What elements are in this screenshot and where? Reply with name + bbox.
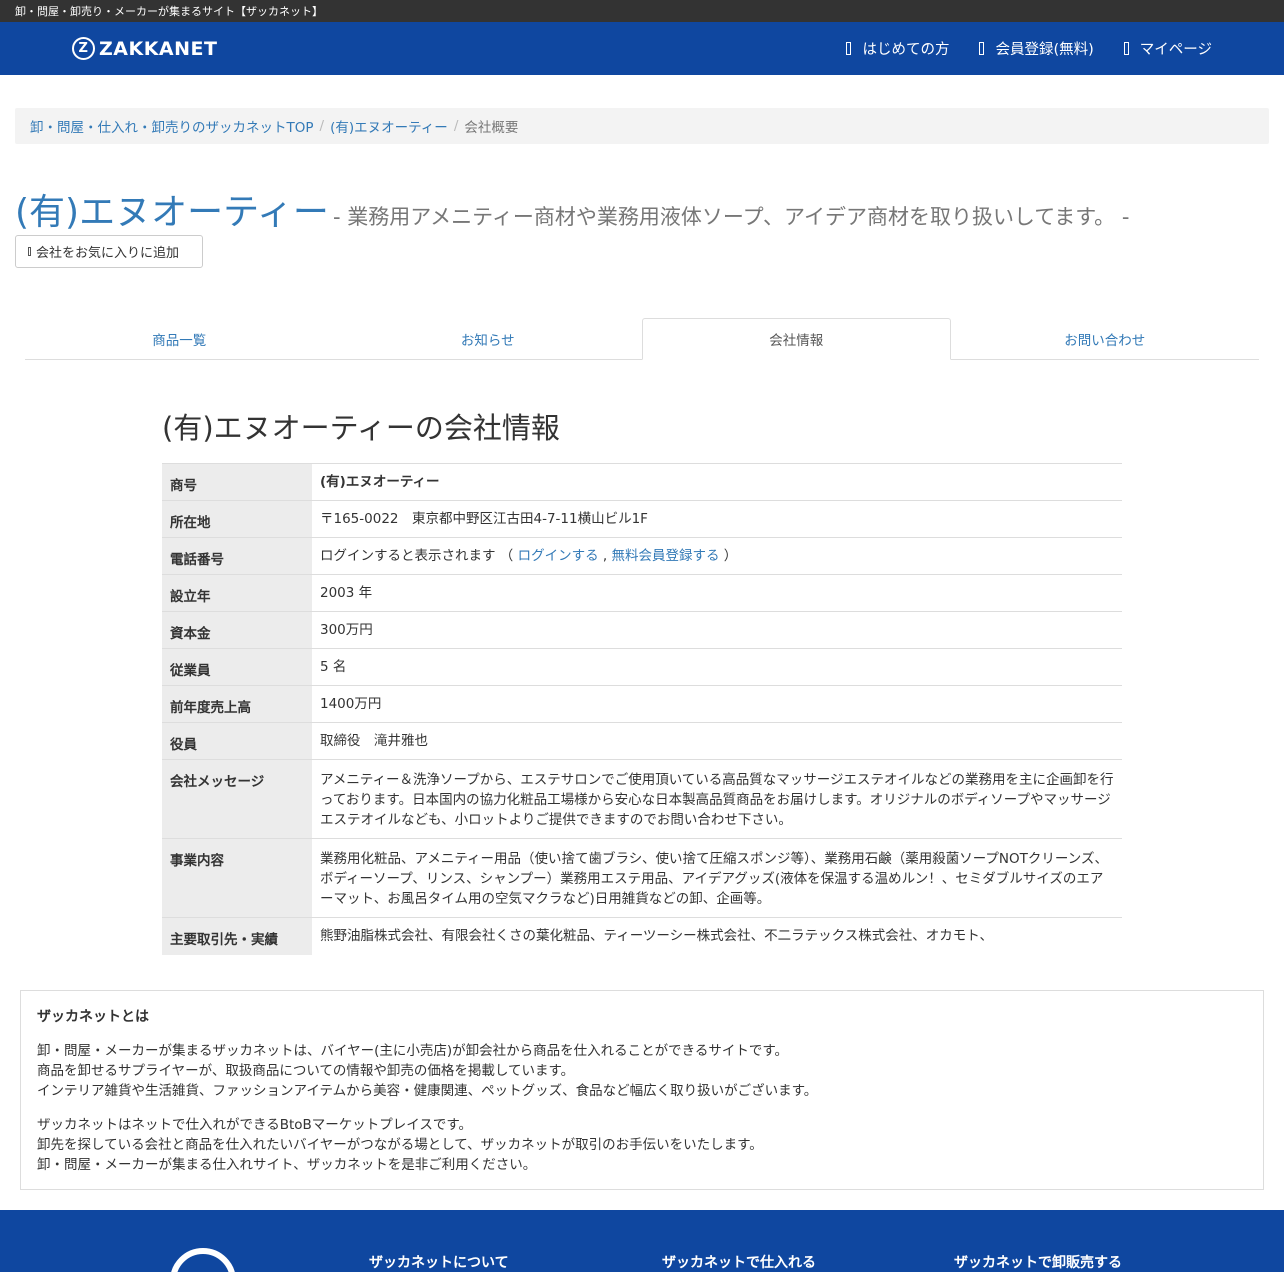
about-line: ザッカネットはネットで仕入れができるBtoBマーケットプレイスです。 (37, 1117, 473, 1133)
table-row: 主要取引先・実績 熊野油脂株式会社、有限会社くさの葉化粧品、ティーツーシー株式会… (162, 917, 1122, 955)
add-favorite-button[interactable]: 会社をお気に入りに追加 (15, 235, 203, 268)
footer-logo-icon[interactable] (170, 1248, 236, 1272)
company-info-table: 商号 (有)エヌオーティー 所在地 〒165-0022 東京都中野区江古田4-7… (162, 463, 1122, 955)
close-paren: ） (723, 548, 738, 564)
row-label: 事業内容 (162, 838, 312, 918)
site-footer: ザッカネットについて ザッカネットで仕入れる ザッカネットで卸販売する (0, 1210, 1284, 1272)
row-label: 主要取引先・実績 (162, 917, 312, 955)
login-link[interactable]: ログインする (518, 548, 599, 564)
about-title: ザッカネットとは (37, 1009, 149, 1025)
table-row: 従業員 5 名 (162, 648, 1122, 686)
add-favorite-label: 会社をお気に入りに追加 (36, 246, 180, 261)
company-name[interactable]: (有)エヌオーティー (15, 192, 329, 233)
site-header: Z ZAKKANET はじめての方 会員登録(無料) マイページ (0, 22, 1284, 75)
row-value: 300万円 (312, 611, 1122, 649)
nav-mypage-label: マイページ (1139, 42, 1212, 58)
row-value: 2003 年 (312, 574, 1122, 612)
favorite-icon (28, 247, 31, 256)
logo-text: ZAKKANET (99, 37, 218, 60)
row-label: 設立年 (162, 574, 312, 612)
about-zakkanet: ザッカネットとは 卸・問屋・メーカーが集まるザッカネットは、バイヤー(主に小売店… (20, 990, 1264, 1190)
table-row: 電話番号 ログインすると表示されます （ ログインする , 無料会員登録する ） (162, 537, 1122, 575)
breadcrumb-separator: / (319, 118, 325, 134)
comma: , (602, 548, 608, 564)
row-value: アメニティー＆洗浄ソープから、エステサロンでご使用頂いている高品質なマッサージエ… (312, 759, 1122, 839)
row-value: ログインすると表示されます （ ログインする , 無料会員登録する ） (312, 537, 1122, 575)
phone-hidden-text: ログインすると表示されます （ (320, 548, 514, 564)
about-paragraph: 卸・問屋・メーカーが集まるザッカネットは、バイヤー(主に小売店)が卸会社から商品… (37, 1041, 1247, 1101)
company-tagline: - 業務用アメニティー商材や業務用液体ソープ、アイデア商材を取り扱いしてます。 … (332, 205, 1130, 229)
logo-icon: Z (72, 37, 95, 60)
table-row: 商号 (有)エヌオーティー (162, 463, 1122, 501)
about-line: インテリア雑貨や生活雑貨、ファッションアイテムから美容・健康関連、ペットグッズ、… (37, 1083, 818, 1099)
row-label: 役員 (162, 722, 312, 760)
tab-company-info[interactable]: 会社情報 (642, 318, 951, 360)
nav-register[interactable]: 会員登録(無料) (979, 38, 1094, 59)
footer-about-heading[interactable]: ザッカネットについて (369, 1252, 509, 1272)
table-row: 会社メッセージ アメニティー＆洗浄ソープから、エステサロンでご使用頂いている高品… (162, 759, 1122, 839)
breadcrumb-company[interactable]: (有)エヌオーティー (330, 116, 448, 136)
row-value: 業務用化粧品、アメニティー用品（使い捨て歯ブラシ、使い捨て圧縮スポンジ等）、業務… (312, 838, 1122, 918)
row-label: 商号 (162, 463, 312, 501)
register-link[interactable]: 無料会員登録する (611, 548, 719, 564)
footer-sell-heading[interactable]: ザッカネットで卸販売する (954, 1252, 1122, 1272)
about-line: 商品を卸せるサプライヤーが、取扱商品についての情報や卸売の価格を掲載しています。 (37, 1063, 575, 1079)
row-label: 電話番号 (162, 537, 312, 575)
row-value: 取締役 滝井雅也 (312, 722, 1122, 760)
user-icon (1123, 42, 1129, 55)
table-row: 前年度売上高 1400万円 (162, 685, 1122, 723)
company-heading: (有)エヌオーティー - 業務用アメニティー商材や業務用液体ソープ、アイデア商材を… (15, 183, 1129, 235)
register-icon (979, 42, 985, 55)
row-label: 会社メッセージ (162, 759, 312, 839)
row-value: 〒165-0022 東京都中野区江古田4-7-11横山ビル1F (312, 500, 1122, 538)
row-label: 前年度売上高 (162, 685, 312, 723)
nav-first-time-label: はじめての方 (862, 42, 950, 58)
top-bar: 卸・問屋・卸売り・メーカーが集まるサイト【ザッカネット】 (0, 0, 1284, 22)
table-row: 事業内容 業務用化粧品、アメニティー用品（使い捨て歯ブラシ、使い捨て圧縮スポンジ… (162, 838, 1122, 918)
row-value: 熊野油脂株式会社、有限会社くさの葉化粧品、ティーツーシー株式会社、不二ラテックス… (312, 917, 1122, 955)
row-label: 資本金 (162, 611, 312, 649)
row-label: 所在地 (162, 500, 312, 538)
breadcrumb-separator: / (453, 118, 459, 134)
row-value: (有)エヌオーティー (312, 463, 1122, 501)
about-line: 卸・問屋・メーカーが集まるザッカネットは、バイヤー(主に小売店)が卸会社から商品… (37, 1043, 789, 1059)
site-logo[interactable]: Z ZAKKANET (72, 37, 217, 60)
nav-first-time[interactable]: はじめての方 (846, 38, 949, 59)
tab-products[interactable]: 商品一覧 (25, 318, 334, 360)
section-title: (有)エヌオーティーの会社情報 (162, 411, 560, 445)
table-row: 資本金 300万円 (162, 611, 1122, 649)
footer-buy-heading[interactable]: ザッカネットで仕入れる (662, 1252, 816, 1272)
table-row: 役員 取締役 滝井雅也 (162, 722, 1122, 760)
row-value: 5 名 (312, 648, 1122, 686)
row-label: 従業員 (162, 648, 312, 686)
beginner-icon (846, 42, 852, 55)
tab-news[interactable]: お知らせ (334, 318, 643, 360)
about-line: 卸先を探している会社と商品を仕入れたいバイヤーがつながる場として、ザッカネットが… (37, 1137, 763, 1153)
nav-mypage[interactable]: マイページ (1123, 38, 1212, 59)
table-row: 設立年 2003 年 (162, 574, 1122, 612)
row-value: 1400万円 (312, 685, 1122, 723)
header-nav: はじめての方 会員登録(無料) マイページ (816, 22, 1212, 75)
breadcrumb-current: 会社概要 (464, 120, 519, 136)
tab-contact[interactable]: お問い合わせ (951, 318, 1260, 360)
company-tabs: 商品一覧 お知らせ 会社情報 お問い合わせ (25, 318, 1259, 360)
about-line: 卸・問屋・メーカーが集まる仕入れサイト、ザッカネットを是非ご利用ください。 (37, 1157, 537, 1173)
table-row: 所在地 〒165-0022 東京都中野区江古田4-7-11横山ビル1F (162, 500, 1122, 538)
about-paragraph: ザッカネットはネットで仕入れができるBtoBマーケットプレイスです。 卸先を探し… (37, 1115, 1247, 1175)
breadcrumb: 卸・問屋・仕入れ・卸売りのザッカネットTOP / (有)エヌオーティー / 会社… (15, 108, 1269, 144)
nav-register-label: 会員登録(無料) (995, 42, 1094, 58)
breadcrumb-top[interactable]: 卸・問屋・仕入れ・卸売りのザッカネットTOP (30, 116, 314, 136)
